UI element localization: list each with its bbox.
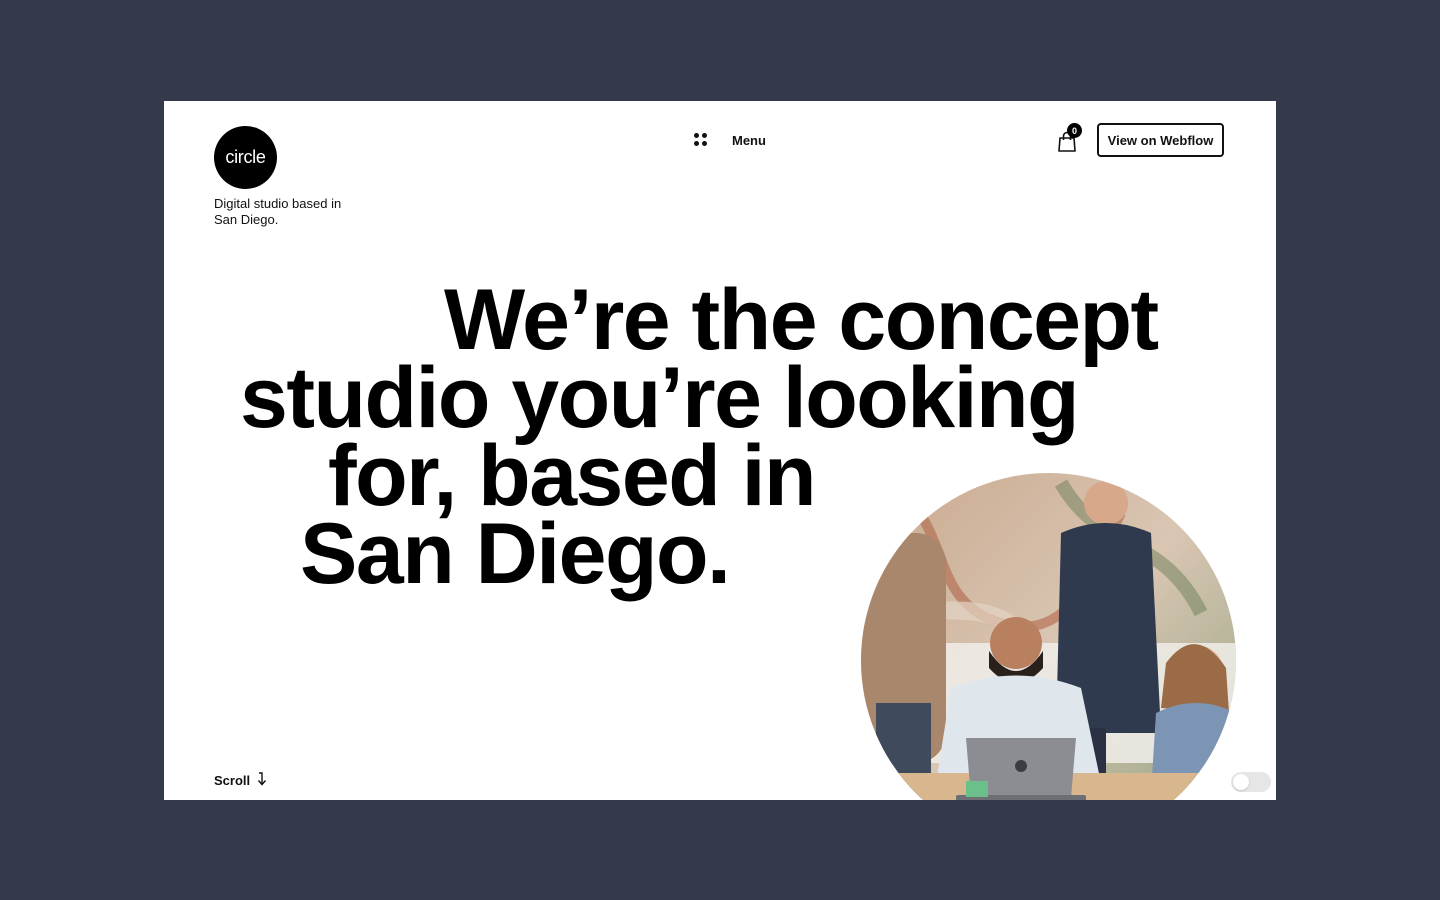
- menu-label: Menu: [732, 132, 766, 148]
- logo-text: circle: [225, 147, 266, 167]
- grid-dots-icon: [694, 133, 708, 147]
- team-at-laptop-photo: [861, 473, 1236, 800]
- logo[interactable]: circle: [214, 126, 277, 189]
- headline-line: San Diego.: [300, 506, 731, 602]
- page-frame: circle Digital studio based in San Diego…: [164, 101, 1276, 800]
- headline-line: for, based in: [328, 428, 817, 524]
- headline-line: studio you’re looking: [240, 350, 1080, 446]
- theme-toggle[interactable]: [1231, 772, 1271, 792]
- view-on-webflow-button[interactable]: View on Webflow: [1097, 123, 1224, 157]
- arrow-down-icon: [256, 772, 268, 789]
- cart-count-badge: 0: [1067, 123, 1082, 138]
- scroll-link[interactable]: Scroll: [214, 772, 268, 789]
- menu-button[interactable]: Menu: [694, 131, 766, 149]
- tagline: Digital studio based in San Diego.: [214, 196, 342, 227]
- toggle-knob: [1233, 774, 1249, 790]
- headline-line: We’re the concept: [444, 272, 1159, 368]
- scroll-label: Scroll: [214, 773, 251, 788]
